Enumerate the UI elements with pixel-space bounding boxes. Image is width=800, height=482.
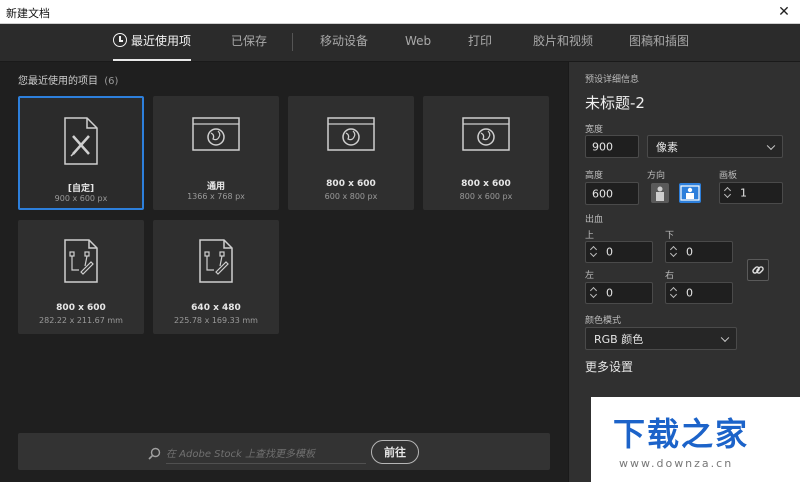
artboard-value: 1 — [740, 186, 747, 200]
preset-name: [自定] — [67, 184, 95, 194]
height-label: 高度 — [585, 171, 604, 181]
tab-recent[interactable]: 最近使用项 — [113, 24, 192, 61]
artboard-stepper[interactable]: 1 — [719, 182, 783, 204]
color-mode-select[interactable]: RGB 颜色 — [585, 327, 737, 350]
artboard-label: 画板 — [719, 171, 738, 181]
link-icon[interactable] — [747, 259, 769, 281]
category-tabs: 最近使用项 已保存 移动设备 Web 打印 胶片和视频 图稿和插图 — [0, 24, 800, 62]
chevron-down-icon — [720, 333, 730, 342]
unit-select[interactable]: 像素 — [647, 135, 783, 158]
preset-dims: 800 x 600 px — [459, 192, 513, 201]
bleed-top-label: 上 — [585, 231, 595, 241]
width-label: 宽度 — [585, 125, 604, 135]
tab-print[interactable]: 打印 — [468, 24, 492, 60]
preset-dims: 600 x 800 px — [324, 192, 378, 201]
bleed-bottom-label: 下 — [665, 231, 675, 241]
stock-search-input[interactable]: 在 Adobe Stock 上查找更多模板 — [166, 445, 366, 464]
height-value: 600 — [592, 187, 613, 200]
bleed-right-stepper[interactable]: 0 — [665, 282, 733, 304]
search-icon — [148, 445, 161, 464]
web-globe-icon — [326, 114, 376, 158]
tab-divider — [292, 33, 293, 51]
stepper-arrows-icon[interactable] — [589, 285, 599, 301]
tab-art-illustration[interactable]: 图稿和插图 — [629, 24, 689, 60]
print-doc-icon — [61, 238, 101, 288]
bleed-right-label: 右 — [665, 271, 675, 281]
bleed-bottom-value: 0 — [686, 245, 693, 259]
unit-value: 像素 — [656, 140, 678, 154]
tab-web[interactable]: Web — [405, 24, 431, 60]
bleed-top-stepper[interactable]: 0 — [585, 241, 653, 263]
tab-recent-label: 最近使用项 — [131, 34, 192, 48]
bleed-right-value: 0 — [686, 286, 693, 300]
width-field[interactable]: 900 — [585, 135, 639, 158]
window-titlebar: 新建文档 ✕ — [0, 0, 800, 24]
clock-icon — [113, 33, 127, 47]
tab-mobile[interactable]: 移动设备 — [320, 24, 368, 60]
preset-dims: 1366 x 768 px — [187, 192, 245, 201]
preset-name: 640 x 480 — [191, 303, 241, 313]
recent-title: 您最近使用的项目 — [18, 76, 98, 87]
width-value: 900 — [592, 140, 613, 153]
stepper-arrows-icon[interactable] — [669, 244, 679, 260]
window-title: 新建文档 — [6, 7, 50, 20]
close-icon[interactable]: ✕ — [768, 0, 800, 24]
preset-name: 800 x 600 — [326, 179, 376, 189]
more-settings-link[interactable]: 更多设置 — [585, 358, 633, 375]
portrait-icon[interactable] — [651, 183, 669, 203]
stepper-arrows-icon[interactable] — [723, 185, 733, 201]
web-globe-icon — [191, 114, 241, 158]
preset-card[interactable]: 800 x 600 282.22 x 211.67 mm — [18, 220, 144, 334]
tab-saved[interactable]: 已保存 — [231, 24, 267, 60]
recent-items-area: 您最近使用的项目 (6) [自定] 900 x 600 px 通用 1366 x… — [0, 62, 568, 482]
preset-card[interactable]: 800 x 600 600 x 800 px — [288, 96, 414, 210]
orientation-label: 方向 — [647, 171, 666, 181]
height-field[interactable]: 600 — [585, 182, 639, 205]
bleed-left-value: 0 — [606, 286, 613, 300]
bleed-top-value: 0 — [606, 245, 613, 259]
bleed-label: 出血 — [585, 215, 604, 225]
preset-card[interactable]: 通用 1366 x 768 px — [153, 96, 279, 210]
bleed-bottom-stepper[interactable]: 0 — [665, 241, 733, 263]
web-globe-icon — [461, 114, 511, 158]
watermark-text: 下载之家 — [613, 415, 750, 453]
recent-section-title: 您最近使用的项目 (6) — [18, 72, 118, 87]
stock-search-bar: 在 Adobe Stock 上查找更多模板 前往 — [18, 433, 550, 470]
preset-name: 800 x 600 — [56, 303, 106, 313]
color-mode-label: 颜色模式 — [585, 316, 622, 326]
preset-dims: 225.78 x 169.33 mm — [174, 316, 258, 325]
stepper-arrows-icon[interactable] — [669, 285, 679, 301]
preset-name: 800 x 600 — [461, 179, 511, 189]
custom-doc-icon — [61, 116, 101, 170]
stepper-arrows-icon[interactable] — [589, 244, 599, 260]
print-doc-icon — [196, 238, 236, 288]
preset-details-header: 预设详细信息 — [585, 75, 640, 85]
document-name[interactable]: 未标题-2 — [585, 92, 645, 113]
bleed-left-label: 左 — [585, 271, 595, 281]
preset-dims: 900 x 600 px — [54, 194, 108, 203]
chevron-down-icon — [766, 141, 776, 150]
tab-film-video[interactable]: 胶片和视频 — [533, 24, 593, 60]
go-button[interactable]: 前往 — [371, 440, 419, 464]
preset-card[interactable]: 800 x 600 800 x 600 px — [423, 96, 549, 210]
preset-name: 通用 — [206, 182, 225, 192]
bleed-left-stepper[interactable]: 0 — [585, 282, 653, 304]
landscape-icon[interactable] — [679, 183, 701, 203]
color-mode-value: RGB 颜色 — [594, 332, 644, 346]
preset-card[interactable]: 640 x 480 225.78 x 169.33 mm — [153, 220, 279, 334]
watermark-url: www.downza.cn — [619, 457, 734, 470]
preset-dims: 282.22 x 211.67 mm — [39, 316, 123, 325]
recent-count: (6) — [104, 76, 119, 87]
preset-card[interactable]: [自定] 900 x 600 px — [18, 96, 144, 210]
site-watermark: 下载之家 www.downza.cn — [591, 397, 800, 482]
